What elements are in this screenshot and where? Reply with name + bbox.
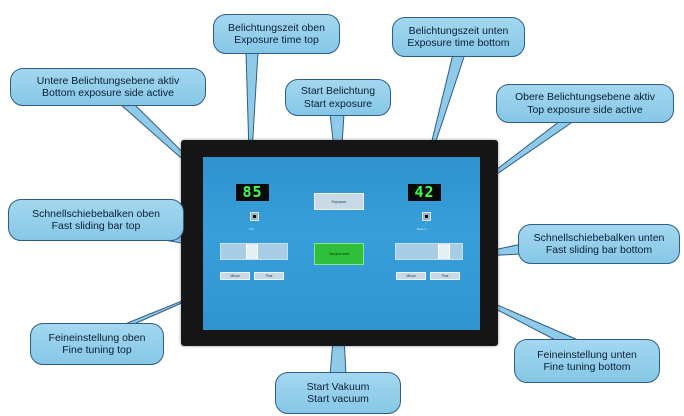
bottom-side-label: Bottom [417,227,427,231]
callout-fast-bar-bottom: Schnellschiebebalken unten Fast sliding … [518,224,680,264]
callout-exposure-time-top: Belichtungszeit oben Exposure time top [213,14,340,54]
fast-sliding-bar-top[interactable] [220,243,288,260]
fast-sliding-bar-bottom-thumb[interactable] [438,244,450,259]
fine-tuning-bottom-plus-button[interactable]: Plus [430,272,460,280]
fine-tuning-top-plus-button[interactable]: Plus [254,272,284,280]
exposure-time-bottom-display: 42 [408,184,441,201]
callout-top-side-active: Obere Belichtungsebene aktiv Top exposur… [496,84,674,123]
fast-sliding-bar-top-thumb[interactable] [246,244,258,259]
callout-start-vacuum: Start Vakuum Start vacuum [275,372,401,414]
start-exposure-button[interactable]: Exposure [314,193,364,210]
fine-tuning-bottom-minus-button[interactable]: Minus [396,272,426,280]
annotated-screenshot: 85 42 Exposure Top Bottom Vacuum start M… [0,0,684,416]
start-vacuum-button[interactable]: Vacuum start [314,243,364,265]
callout-fast-bar-top: Schnellschiebebalken oben Fast sliding b… [8,199,184,241]
callout-fine-tuning-top: Feineinstellung oben Fine tuning top [30,323,164,365]
callout-start-exposure: Start Belichtung Start exposure [285,79,391,116]
top-side-label: Top [249,227,254,231]
fine-tuning-top-minus-button[interactable]: Minus [220,272,250,280]
callout-fine-tuning-bottom: Feineinstellung unten Fine tuning bottom [514,339,660,383]
top-side-active-indicator[interactable] [422,212,431,221]
exposure-time-top-display: 85 [236,184,269,201]
bottom-side-active-indicator[interactable] [250,212,259,221]
callout-bottom-side-active: Untere Belichtungsebene aktiv Bottom exp… [10,68,206,106]
callout-exposure-time-bottom: Belichtungszeit unten Exposure time bott… [392,17,525,57]
fast-sliding-bar-bottom[interactable] [395,243,463,260]
